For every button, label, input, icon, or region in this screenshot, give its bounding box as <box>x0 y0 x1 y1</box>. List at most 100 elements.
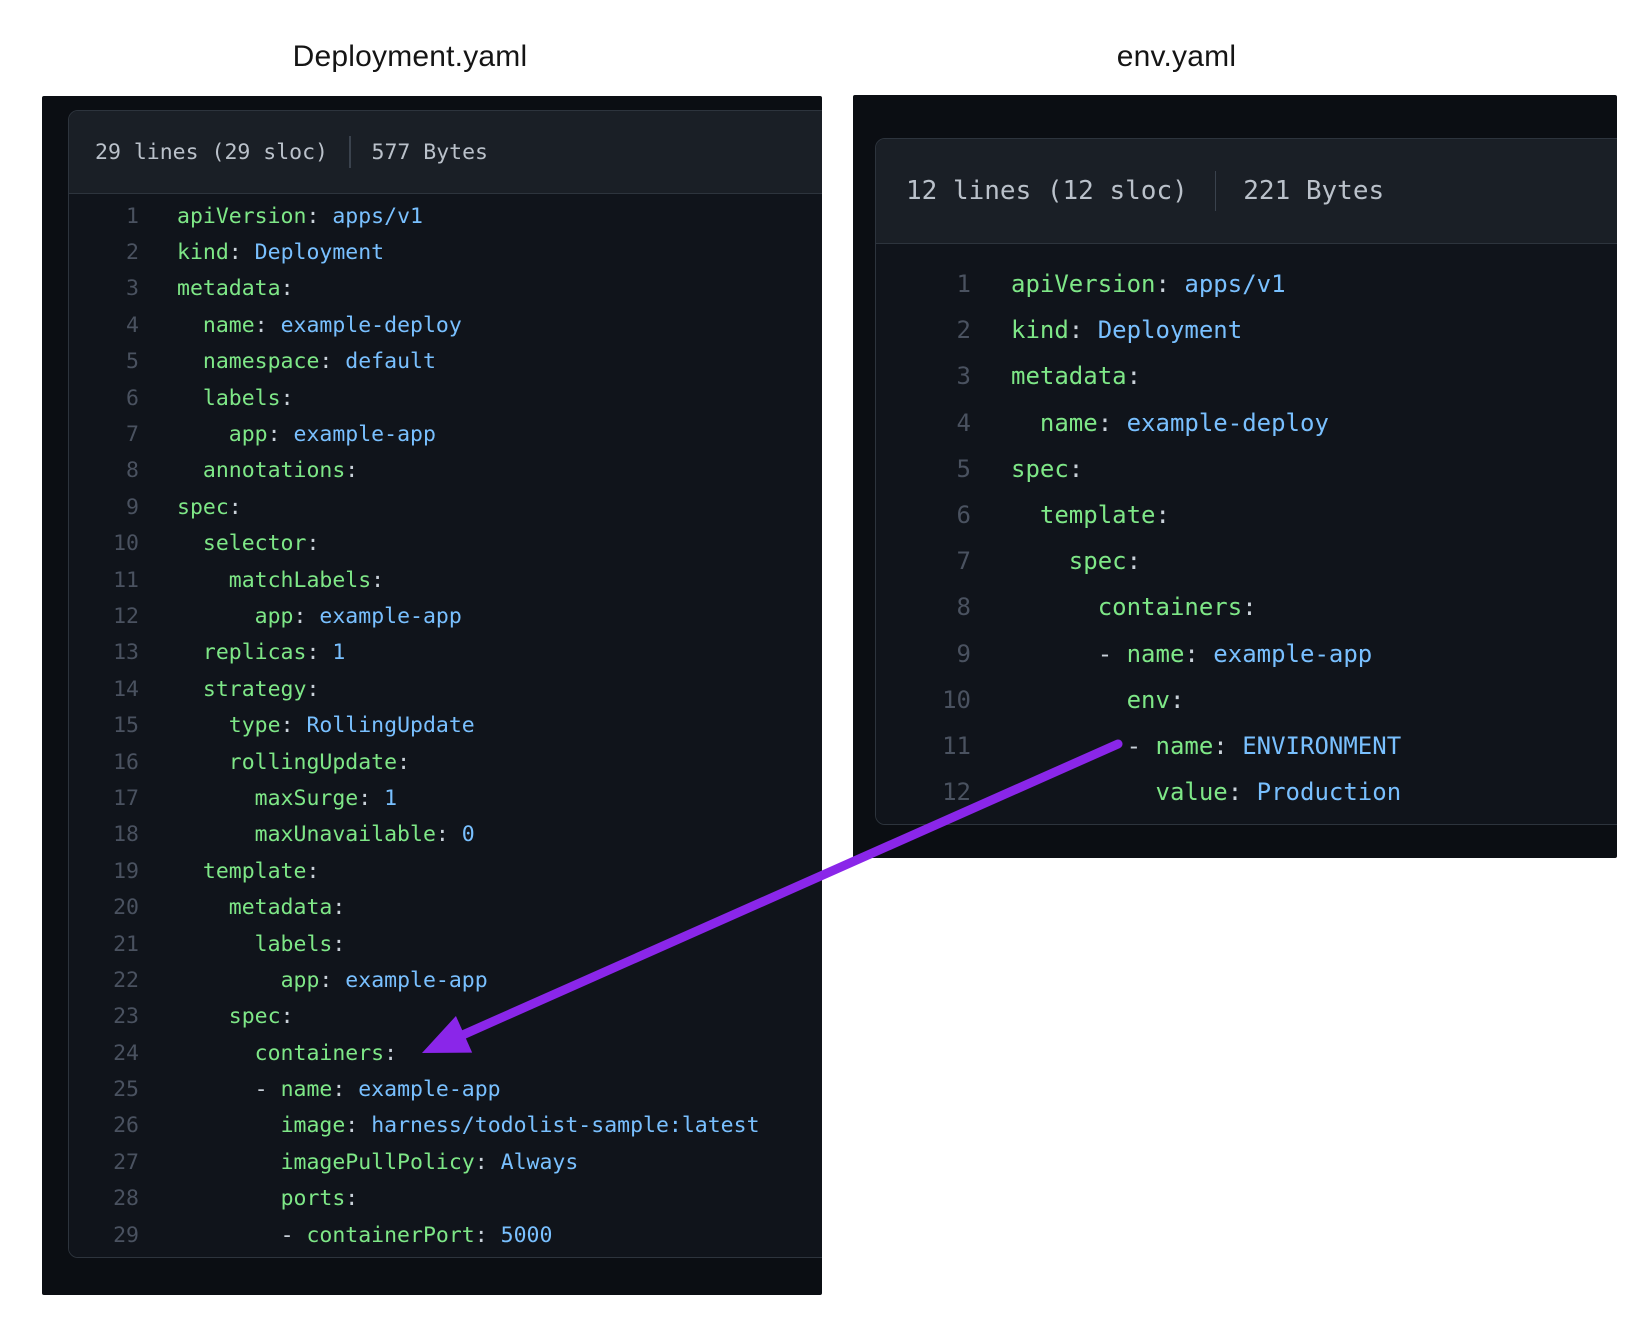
code-line: 9 - name: example-app <box>876 631 1617 677</box>
line-number: 10 <box>69 531 139 556</box>
code-text: spec: <box>1011 547 1141 575</box>
line-number: 11 <box>876 732 971 760</box>
deployment-yaml-panel: 29 lines (29 sloc) 577 Bytes 1 apiVersion… <box>42 96 822 1295</box>
line-number: 29 <box>69 1223 139 1248</box>
code-line: 18 maxUnavailable: 0 <box>69 817 822 853</box>
line-number: 13 <box>69 640 139 665</box>
code-text: containers: <box>177 1041 397 1066</box>
line-number: 25 <box>69 1077 139 1102</box>
line-number: 16 <box>69 750 139 775</box>
code-line: 2 kind: Deployment <box>876 307 1617 353</box>
code-text: selector: <box>177 531 319 556</box>
code-text: - name: example-app <box>1011 640 1372 668</box>
code-line: 1 apiVersion: apps/v1 <box>69 198 822 234</box>
meta-divider <box>349 136 351 168</box>
code-text: kind: Deployment <box>1011 316 1242 344</box>
code-line: 1apiVersion: apps/v1 <box>876 261 1617 307</box>
line-number: 27 <box>69 1150 139 1175</box>
line-number: 2 <box>876 316 971 344</box>
code-line: 4 name: example-deploy <box>876 400 1617 446</box>
line-number: 3 <box>69 276 139 301</box>
code-text: apiVersion: apps/v1 <box>177 204 423 229</box>
code-text: kind: Deployment <box>177 240 384 265</box>
code-text: template: <box>177 859 319 884</box>
code-text: namespace: default <box>177 349 436 374</box>
line-number: 12 <box>69 604 139 629</box>
line-number: 28 <box>69 1186 139 1211</box>
code-text: image: harness/todolist-sample:latest <box>177 1113 760 1138</box>
line-number: 20 <box>69 895 139 920</box>
code-text: labels: <box>177 386 294 411</box>
code-line: 7 app: example-app <box>69 416 822 452</box>
code-line: 20 metadata: <box>69 889 822 925</box>
line-number: 4 <box>69 313 139 338</box>
env-file-meta-header: 12 lines (12 sloc) 221 Bytes <box>876 139 1617 244</box>
code-text: maxSurge: 1 <box>177 786 397 811</box>
env-file-title: env.yaml <box>853 40 1500 74</box>
code-line: 21 labels: <box>69 926 822 962</box>
code-line: 10 selector: <box>69 526 822 562</box>
line-number: 18 <box>69 822 139 847</box>
code-line: 6 labels: <box>69 380 822 416</box>
code-text: rollingUpdate: <box>177 750 410 775</box>
code-line: 27 imagePullPolicy: Always <box>69 1144 822 1180</box>
code-line: 7 spec: <box>876 538 1617 584</box>
code-line: 8 containers: <box>876 584 1617 630</box>
line-number: 5 <box>876 455 971 483</box>
code-text: containers: <box>1011 593 1257 621</box>
code-text: ports: <box>177 1186 358 1211</box>
line-number: 1 <box>69 204 139 229</box>
env-file-size: 221 Bytes <box>1243 176 1384 206</box>
code-text: spec: <box>1011 455 1083 483</box>
code-text: imagePullPolicy: Always <box>177 1150 578 1175</box>
code-line: 6 template: <box>876 492 1617 538</box>
line-number: 9 <box>69 495 139 520</box>
code-text: name: example-deploy <box>1011 409 1329 437</box>
code-line: 25 - name: example-app <box>69 1071 822 1107</box>
line-number: 10 <box>876 686 971 714</box>
code-text: spec: <box>177 1004 294 1029</box>
code-line: 13 replicas: 1 <box>69 635 822 671</box>
line-number: 12 <box>876 778 971 806</box>
line-number: 3 <box>876 362 971 390</box>
code-line: 2 kind: Deployment <box>69 234 822 270</box>
code-text: spec: <box>177 495 242 520</box>
code-text: annotations: <box>177 458 358 483</box>
code-text: - name: example-app <box>177 1077 501 1102</box>
code-line: 3 metadata: <box>69 271 822 307</box>
line-number: 8 <box>876 593 971 621</box>
code-line: 5 namespace: default <box>69 344 822 380</box>
code-text: name: example-deploy <box>177 313 462 338</box>
code-text: app: example-app <box>177 968 488 993</box>
deployment-file-size: 577 Bytes <box>372 140 489 165</box>
line-number: 11 <box>69 568 139 593</box>
deployment-file-card: 29 lines (29 sloc) 577 Bytes 1 apiVersion… <box>68 110 822 1258</box>
code-text: value: Production <box>1011 778 1401 806</box>
code-line: 10 env: <box>876 677 1617 723</box>
line-number: 2 <box>69 240 139 265</box>
code-text: matchLabels: <box>177 568 384 593</box>
code-text: metadata: <box>177 276 294 301</box>
line-number: 17 <box>69 786 139 811</box>
code-line: 9 spec: <box>69 489 822 525</box>
code-line: 17 maxSurge: 1 <box>69 780 822 816</box>
code-line: 22 app: example-app <box>69 962 822 998</box>
deployment-lines-count: 29 lines (29 sloc) <box>95 140 328 165</box>
line-number: 26 <box>69 1113 139 1138</box>
line-number: 21 <box>69 932 139 957</box>
code-line: 4 name: example-deploy <box>69 307 822 343</box>
code-text: - containerPort: 5000 <box>177 1223 552 1248</box>
line-number: 6 <box>69 386 139 411</box>
line-number: 19 <box>69 859 139 884</box>
code-line: 11 matchLabels: <box>69 562 822 598</box>
code-line: 12 app: example-app <box>69 598 822 634</box>
code-line: 23 spec: <box>69 999 822 1035</box>
line-number: 1 <box>876 270 971 298</box>
code-text: metadata: <box>177 895 345 920</box>
code-text: - name: ENVIRONMENT <box>1011 732 1401 760</box>
code-line: 15 type: RollingUpdate <box>69 707 822 743</box>
deployment-file-meta-header: 29 lines (29 sloc) 577 Bytes <box>69 111 822 194</box>
line-number: 7 <box>876 547 971 575</box>
code-line: 14 strategy: <box>69 671 822 707</box>
code-text: replicas: 1 <box>177 640 345 665</box>
